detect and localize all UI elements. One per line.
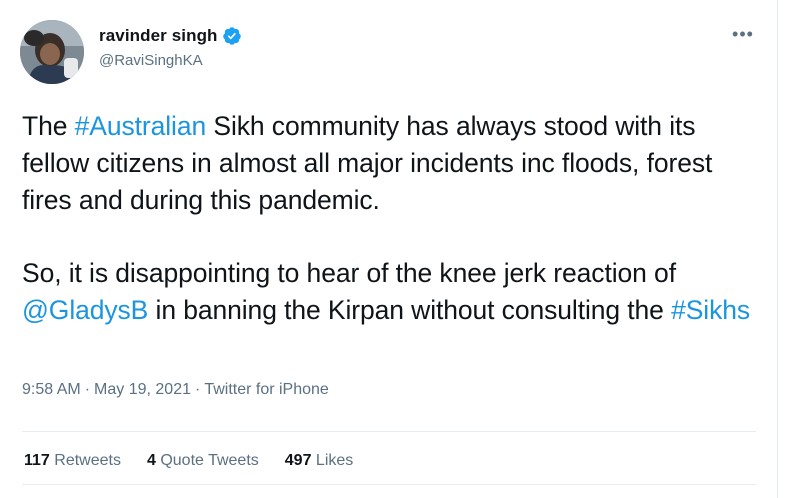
- hashtag-sikhs-link[interactable]: #Sikhs: [671, 295, 750, 325]
- avatar-photo: [20, 20, 84, 84]
- display-name-row: ravinder singh: [99, 24, 242, 48]
- meta-separator: ·: [194, 381, 201, 398]
- divider: [22, 484, 756, 485]
- mention-gladysb-link[interactable]: @GladysB: [22, 295, 148, 325]
- tweet-text: The #Australian Sikh community has alway…: [22, 108, 762, 329]
- text-segment: in banning the Kirpan without consulting…: [148, 295, 672, 325]
- likes-count: 497: [284, 452, 312, 469]
- retweets-count: 117: [24, 452, 50, 469]
- author-info[interactable]: ravinder singh @RaviSinghKA: [99, 24, 242, 69]
- likes-label: Likes: [315, 452, 354, 469]
- divider: [22, 431, 756, 432]
- retweets-stat[interactable]: 117 Retweets: [24, 452, 121, 470]
- tweet-paragraph-1: The #Australian Sikh community has alway…: [22, 108, 762, 219]
- tweet-card: ravinder singh @RaviSinghKA ••• The #Aus…: [0, 0, 778, 498]
- tweet-source[interactable]: Twitter for iPhone: [204, 381, 329, 398]
- tweet-meta: 9:58 AM · May 19, 2021 · Twitter for iPhone: [22, 381, 329, 399]
- tweet-paragraph-2: So, it is disappointing to hear of the k…: [22, 255, 762, 329]
- quote-tweets-label: Quote Tweets: [160, 452, 259, 469]
- meta-separator: ·: [84, 381, 91, 398]
- retweets-label: Retweets: [54, 452, 121, 469]
- verified-badge-icon: [222, 26, 242, 46]
- tweet-date[interactable]: May 19, 2021: [94, 381, 191, 398]
- display-name[interactable]: ravinder singh: [99, 26, 218, 46]
- tweet-time[interactable]: 9:58 AM: [22, 381, 81, 398]
- quote-tweets-stat[interactable]: 4 Quote Tweets: [147, 452, 259, 470]
- tweet-stats: 117 Retweets 4 Quote Tweets 497 Likes: [24, 452, 353, 470]
- more-dots-icon[interactable]: •••: [731, 24, 755, 44]
- text-segment: So, it is disappointing to hear of the k…: [22, 258, 676, 288]
- author-handle[interactable]: @RaviSinghKA: [99, 52, 242, 69]
- hashtag-australian-link[interactable]: #Australian: [75, 111, 207, 141]
- likes-stat[interactable]: 497 Likes: [285, 452, 354, 470]
- quote-tweets-count: 4: [146, 452, 156, 469]
- text-segment: The: [22, 111, 75, 141]
- avatar[interactable]: [20, 20, 84, 84]
